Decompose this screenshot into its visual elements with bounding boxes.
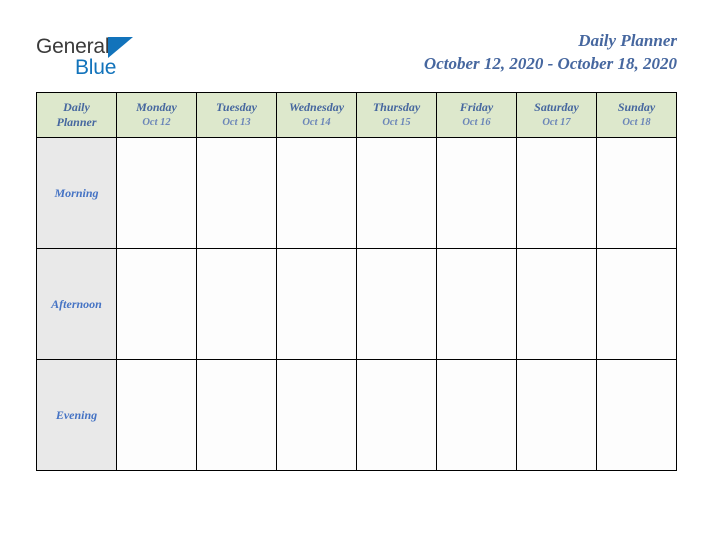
row-label-afternoon: Afternoon — [36, 248, 117, 360]
brand-logo: General Blue — [36, 36, 236, 84]
day-date: Oct 17 — [542, 117, 571, 128]
table-header-row: Daily Planner Monday Oct 12 Tuesday Oct … — [36, 92, 677, 138]
day-date: Oct 14 — [302, 117, 331, 128]
row-label-text: Morning — [54, 186, 99, 200]
row-label-evening: Evening — [36, 359, 117, 471]
day-name: Monday — [136, 100, 177, 114]
corner-label-line2: Planner — [56, 115, 97, 129]
day-header-thursday: Thursday Oct 15 — [356, 92, 437, 138]
slot-afternoon-friday[interactable] — [436, 248, 517, 360]
corner-label-line1: Daily — [63, 100, 90, 114]
table-corner-header: Daily Planner — [36, 92, 117, 138]
slot-afternoon-saturday[interactable] — [516, 248, 597, 360]
planner-table: Daily Planner Monday Oct 12 Tuesday Oct … — [36, 92, 677, 471]
day-date: Oct 18 — [622, 117, 651, 128]
page-title: Daily Planner — [578, 31, 677, 50]
day-name: Friday — [459, 100, 494, 114]
day-header-saturday: Saturday Oct 17 — [516, 92, 597, 138]
day-name: Wednesday — [288, 100, 345, 114]
brand-name-general: General — [36, 35, 110, 58]
brand-name-blue: Blue — [75, 56, 117, 79]
page-header: General Blue Daily Planner October 12, 2… — [0, 0, 712, 92]
day-name: Thursday — [372, 100, 421, 114]
day-header-tuesday: Tuesday Oct 13 — [196, 92, 277, 138]
slot-morning-tuesday[interactable] — [196, 137, 277, 249]
table-row-morning: Morning — [36, 137, 677, 249]
day-date: Oct 12 — [142, 117, 171, 128]
slot-evening-friday[interactable] — [436, 359, 517, 471]
table-row-evening: Evening — [36, 359, 677, 471]
slot-afternoon-sunday[interactable] — [596, 248, 677, 360]
slot-evening-tuesday[interactable] — [196, 359, 277, 471]
day-header-monday: Monday Oct 12 — [116, 92, 197, 138]
slot-morning-saturday[interactable] — [516, 137, 597, 249]
row-label-morning: Morning — [36, 137, 117, 249]
slot-afternoon-tuesday[interactable] — [196, 248, 277, 360]
slot-morning-friday[interactable] — [436, 137, 517, 249]
slot-evening-wednesday[interactable] — [276, 359, 357, 471]
slot-evening-thursday[interactable] — [356, 359, 437, 471]
day-name: Tuesday — [216, 100, 257, 114]
date-range: October 12, 2020 - October 18, 2020 — [423, 54, 677, 73]
day-header-friday: Friday Oct 16 — [436, 92, 517, 138]
day-date: Oct 13 — [222, 117, 251, 128]
title-block: Daily Planner October 12, 2020 - October… — [424, 30, 677, 75]
slot-morning-thursday[interactable] — [356, 137, 437, 249]
day-date: Oct 15 — [382, 117, 411, 128]
slot-evening-saturday[interactable] — [516, 359, 597, 471]
table-row-afternoon: Afternoon — [36, 248, 677, 360]
triangle-icon — [108, 37, 133, 58]
day-header-wednesday: Wednesday Oct 14 — [276, 92, 357, 138]
day-name: Sunday — [617, 100, 656, 114]
row-label-text: Afternoon — [51, 297, 102, 311]
slot-morning-monday[interactable] — [116, 137, 197, 249]
slot-evening-monday[interactable] — [116, 359, 197, 471]
day-name: Saturday — [534, 100, 579, 114]
slot-afternoon-thursday[interactable] — [356, 248, 437, 360]
slot-afternoon-wednesday[interactable] — [276, 248, 357, 360]
day-header-sunday: Sunday Oct 18 — [596, 92, 677, 138]
slot-afternoon-monday[interactable] — [116, 248, 197, 360]
slot-morning-sunday[interactable] — [596, 137, 677, 249]
slot-evening-sunday[interactable] — [596, 359, 677, 471]
slot-morning-wednesday[interactable] — [276, 137, 357, 249]
day-date: Oct 16 — [462, 117, 491, 128]
row-label-text: Evening — [55, 408, 98, 422]
